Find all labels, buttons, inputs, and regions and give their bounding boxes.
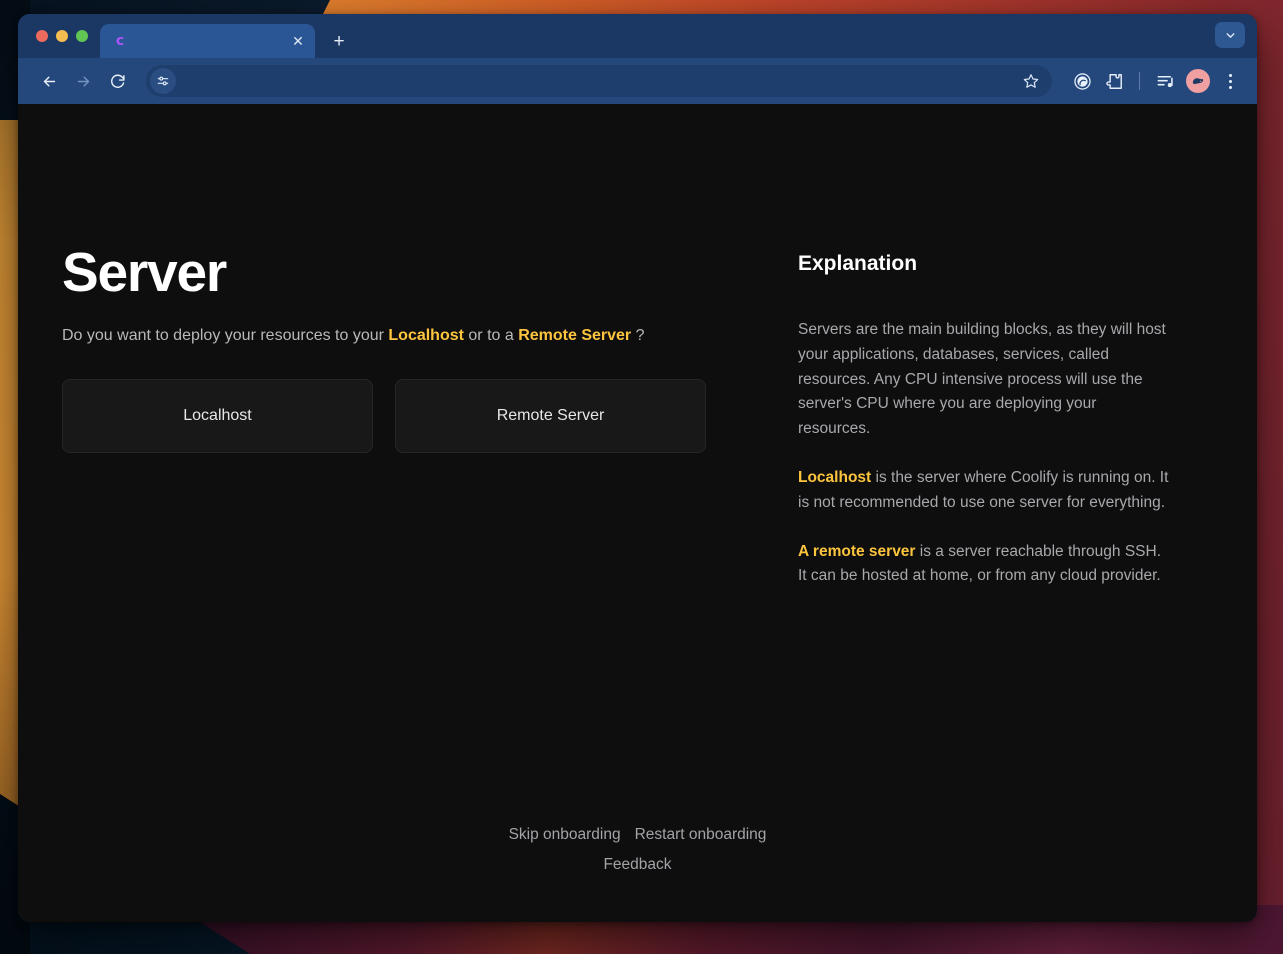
explanation-lead-localhost: Localhost [798,468,872,486]
feedback-link[interactable]: Feedback [603,856,671,874]
subtitle-text-2: or to a [463,326,519,344]
skip-onboarding-link[interactable]: Skip onboarding [509,826,621,844]
back-button[interactable] [34,66,64,96]
three-dot-menu-button[interactable] [1217,67,1243,95]
choice-button-row: Localhost Remote Server [62,378,798,453]
content-row: Server Do you want to deploy your resour… [18,241,1257,589]
forward-arrow-icon [77,76,89,86]
browser-window: c ✕ + Server Do you want to deploy your … [18,14,1257,922]
media-playlist-button[interactable] [1151,67,1179,95]
subtitle-highlight-remote-server: Remote Server [518,326,632,344]
menu-dot [1228,73,1232,77]
main-column: Server Do you want to deploy your resour… [18,241,798,453]
subtitle-text-1: Do you want to deploy your resources to … [62,326,389,344]
window-maximize-button[interactable] [76,30,88,42]
explanation-heading: Explanation [798,252,918,275]
window-close-button[interactable] [36,30,48,42]
forward-button[interactable] [68,66,98,96]
toolbar-divider [1139,72,1140,90]
explanation-panel: Explanation Servers are the main buildin… [798,244,1218,589]
profile-avatar[interactable] [1186,69,1210,93]
new-tab-button[interactable]: + [325,27,353,55]
profile-avatar-icon [1192,77,1203,84]
gemini-circle-icon [1073,72,1091,90]
reload-icon [110,74,125,88]
subtitle-highlight-localhost: Localhost [388,326,464,344]
desktop-background: c ✕ + Server Do you want to deploy your … [0,0,1283,954]
chevron-down-icon [1226,32,1234,38]
explanation-paragraph-1: Servers are the main building blocks, as… [798,318,1170,442]
page-title: Server [62,241,227,303]
address-bar[interactable] [146,65,1052,97]
bookmark-star-button[interactable] [1018,68,1044,94]
explanation-paragraph-2: Localhost is the server where Coolify is… [798,466,1170,516]
browser-toolbar [18,58,1257,104]
menu-dot [1228,79,1232,83]
star-icon [1023,74,1039,88]
browser-tab-active[interactable]: c ✕ [100,24,315,58]
restart-onboarding-link[interactable]: Restart onboarding [635,826,767,844]
subtitle-text-3: ? [631,326,645,344]
extensions-button[interactable] [1100,67,1128,95]
onboarding-footer: Skip onboarding Restart onboarding Feedb… [18,826,1257,874]
footer-feedback-row: Feedback [603,856,671,874]
tune-sliders-icon[interactable] [150,68,176,94]
tab-strip: c ✕ + [18,14,1257,58]
page-viewport: Server Do you want to deploy your resour… [18,104,1257,922]
media-playlist-icon [1157,75,1173,87]
remote-server-button[interactable]: Remote Server [395,378,706,453]
localhost-button[interactable]: Localhost [62,378,373,453]
back-arrow-icon [43,76,55,86]
close-icon[interactable]: ✕ [289,32,307,50]
explanation-paragraph-3: A remote server is a server reachable th… [798,540,1170,590]
reload-button[interactable] [102,66,132,96]
explanation-lead-remote-server: A remote server [798,542,916,560]
onboarding-page: Server Do you want to deploy your resour… [18,104,1257,922]
gemini-button[interactable] [1068,67,1096,95]
footer-links-row: Skip onboarding Restart onboarding [509,826,767,844]
coolify-c-logo-icon: c [115,33,125,49]
explanation-body-1: Servers are the main building blocks, as… [798,321,1166,438]
menu-dot [1228,85,1232,89]
window-minimize-button[interactable] [56,30,68,42]
window-traffic-lights [30,14,100,58]
tab-search-button[interactable] [1215,22,1245,48]
extensions-puzzle-icon [1105,73,1122,89]
page-subtitle: Do you want to deploy your resources to … [62,324,798,348]
